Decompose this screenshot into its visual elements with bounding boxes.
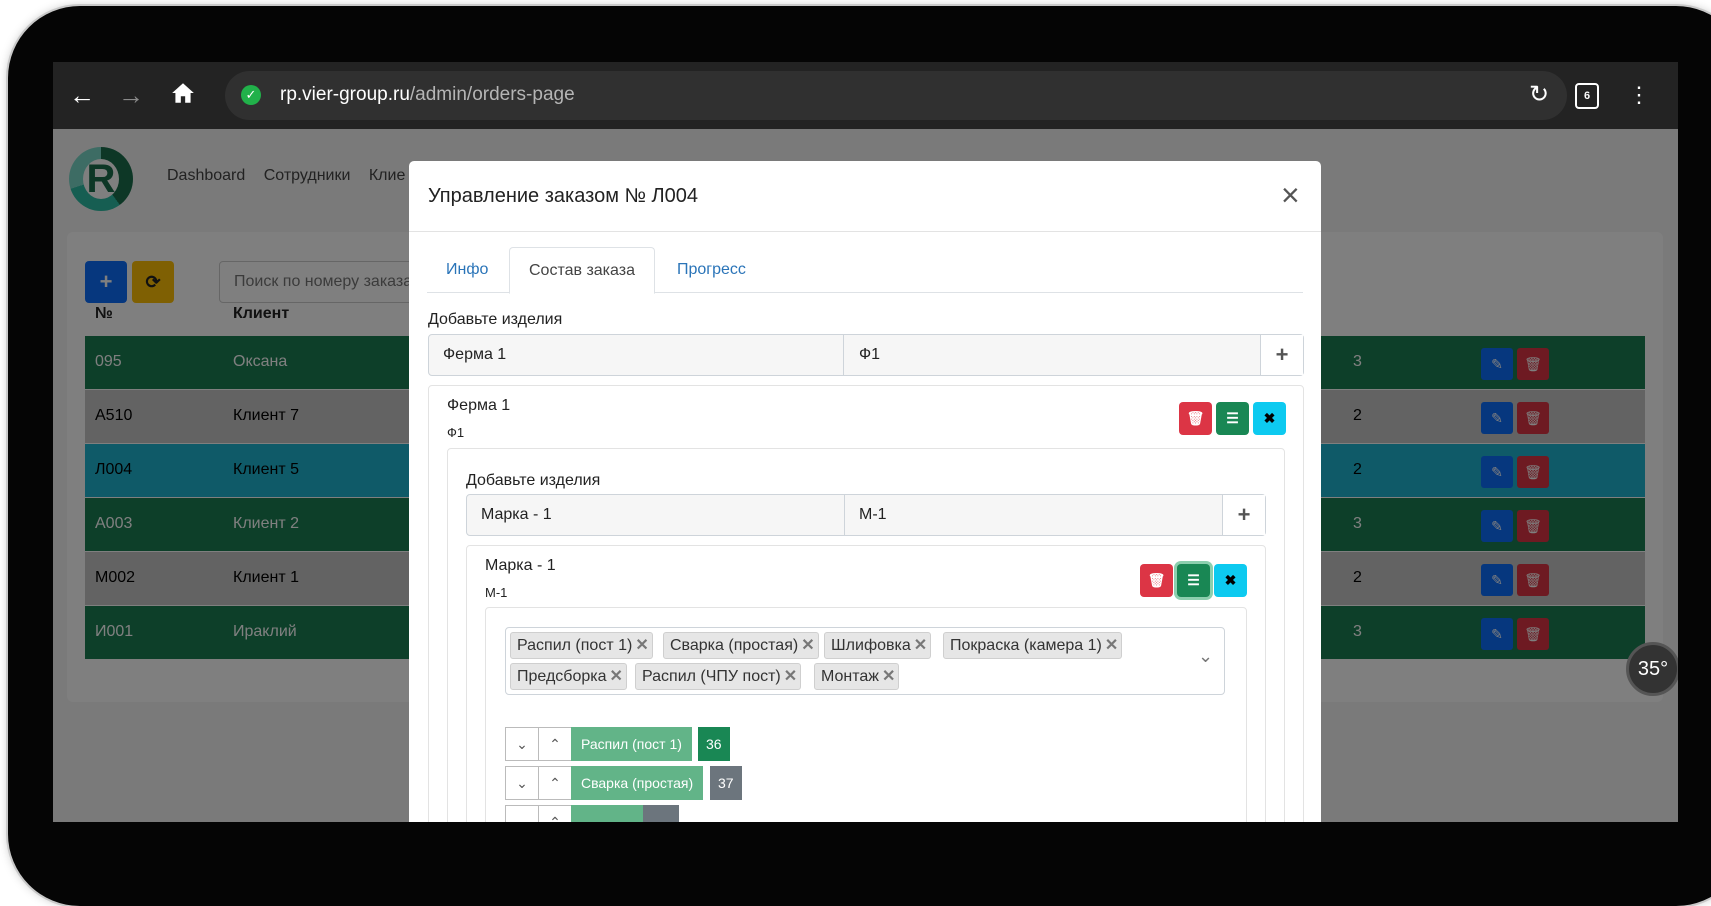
url-text[interactable]: rp.vier-group.ru/admin/orders-page — [280, 84, 575, 106]
product-title: Ферма 1 — [447, 397, 511, 414]
operation-tag[interactable]: Распил (ЧПУ пост) ✕ — [635, 663, 802, 690]
chevron-down-icon[interactable]: ⌄ — [1198, 646, 1213, 667]
tab-count: 6 — [1575, 83, 1599, 109]
close-product-button[interactable]: ✖ — [1253, 402, 1286, 435]
screen: ← → ✓ rp.vier-group.ru/admin/orders-page… — [53, 62, 1678, 822]
product-code: Ф1 — [447, 425, 465, 440]
remove-tag-icon[interactable]: ✕ — [784, 668, 797, 685]
secure-shield-icon: ✓ — [241, 85, 261, 105]
tabs-icon[interactable]: 6 — [1572, 80, 1602, 110]
step-number: 37 — [710, 766, 742, 800]
move-down-button[interactable]: ⌄ — [505, 766, 539, 800]
order-modal: Управление заказом № Л004 × Инфо Состав … — [409, 161, 1321, 822]
step-label — [571, 805, 643, 822]
tab-order-composition[interactable]: Состав заказа — [509, 247, 655, 294]
product-input-group: Ферма 1 Ф1 + — [428, 334, 1304, 376]
mark-name-field[interactable]: Марка - 1 — [467, 495, 845, 535]
address-bar[interactable]: ✓ rp.vier-group.ru/admin/orders-page — [225, 71, 1567, 120]
tab-progress[interactable]: Прогресс — [658, 247, 765, 292]
add-products-label: Добавьте изделия — [428, 311, 563, 328]
delete-product-button[interactable]: 🗑 — [1179, 402, 1212, 435]
tab-info[interactable]: Инфо — [427, 247, 507, 292]
add-product-button[interactable]: + — [1260, 335, 1303, 375]
close-mark-button[interactable]: ✖ — [1214, 564, 1247, 597]
delete-mark-button[interactable]: 🗑 — [1140, 564, 1173, 597]
move-down-button[interactable]: ⌄ — [505, 727, 539, 761]
move-down-button[interactable]: ⌄ — [505, 805, 539, 822]
mark-code: М-1 — [485, 585, 508, 600]
operation-tag[interactable]: Покраска (камера 1) ✕ — [943, 632, 1123, 659]
operation-tag[interactable]: Сварка (простая) ✕ — [663, 632, 819, 659]
operations-multiselect[interactable]: Распил (пост 1) ✕ Сварка (простая) ✕ Шлифо… — [505, 627, 1225, 695]
product-code-field[interactable]: Ф1 — [845, 335, 1259, 375]
remove-tag-icon[interactable]: ✕ — [801, 637, 814, 654]
reload-icon[interactable]: ↻ — [1524, 80, 1554, 110]
modal-title: Управление заказом № Л004 — [428, 185, 698, 207]
remove-tag-icon[interactable]: ✕ — [635, 637, 648, 654]
mark-details-button[interactable]: ☰ — [1177, 564, 1210, 597]
mark-code-field[interactable]: М-1 — [845, 495, 1189, 535]
operation-tag[interactable]: Предсборка ✕ — [510, 663, 627, 690]
home-icon[interactable] — [168, 80, 198, 110]
mark-title: Марка - 1 — [485, 557, 556, 574]
product-name-field[interactable]: Ферма 1 — [429, 335, 844, 375]
browser-bar: ← → ✓ rp.vier-group.ru/admin/orders-page… — [53, 62, 1678, 129]
add-mark-button[interactable]: + — [1222, 495, 1265, 535]
mark-input-group: Марка - 1 М-1 + — [466, 494, 1266, 536]
modal-tabs: Инфо Состав заказа Прогресс — [427, 247, 1303, 294]
operation-tag[interactable]: Распил (пост 1) ✕ — [510, 632, 653, 659]
rotation-badge: 35° — [1626, 642, 1678, 696]
step-number: 36 — [698, 727, 730, 761]
move-up-button[interactable]: ⌃ — [538, 805, 572, 822]
remove-tag-icon[interactable]: ✕ — [610, 668, 623, 685]
remove-tag-icon[interactable]: ✕ — [1105, 637, 1118, 654]
step-number — [643, 805, 679, 822]
move-up-button[interactable]: ⌃ — [538, 766, 572, 800]
operation-tag[interactable]: Шлифовка ✕ — [824, 632, 932, 659]
modal-header: Управление заказом № Л004 × — [409, 161, 1321, 232]
close-icon[interactable]: × — [1281, 179, 1300, 211]
back-arrow-icon[interactable]: ← — [67, 80, 97, 110]
operation-tag[interactable]: Монтаж ✕ — [814, 663, 900, 690]
remove-tag-icon[interactable]: ✕ — [914, 637, 927, 654]
forward-arrow-icon[interactable]: → — [116, 80, 146, 110]
move-up-button[interactable]: ⌃ — [538, 727, 572, 761]
step-label: Сварка (простая) — [571, 766, 704, 800]
menu-dots-icon[interactable]: ⋮ — [1624, 80, 1654, 110]
step-label: Распил (пост 1) — [571, 727, 692, 761]
add-marks-label: Добавьте изделия — [466, 472, 601, 489]
product-details-button[interactable]: ☰ — [1216, 402, 1249, 435]
remove-tag-icon[interactable]: ✕ — [882, 668, 895, 685]
